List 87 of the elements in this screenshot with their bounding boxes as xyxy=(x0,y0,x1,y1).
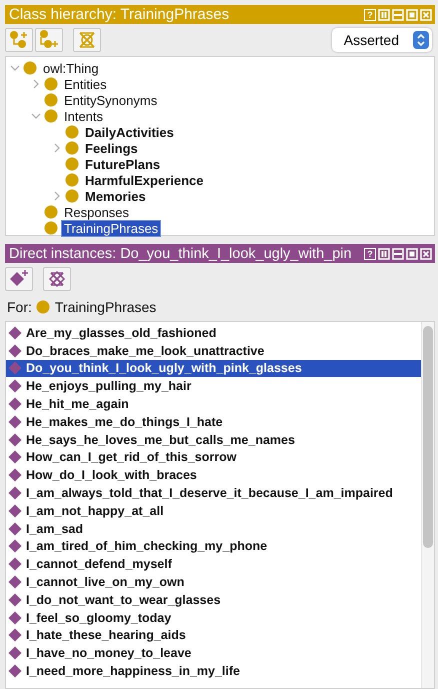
diamond-icon xyxy=(8,539,22,554)
class-name: TrainingPhrases xyxy=(54,299,156,315)
maximize-icon[interactable] xyxy=(406,248,418,260)
add-sibling-button[interactable] xyxy=(35,28,63,52)
view-dropdown[interactable]: Asserted xyxy=(332,28,432,52)
instance-item[interactable]: Do_you_think_I_look_ugly_with_pink_glasses xyxy=(6,360,421,378)
instance-item[interactable]: I_hate_these_hearing_aids xyxy=(6,626,421,644)
instance-item[interactable]: I_need_more_happiness_in_my_life xyxy=(6,662,421,680)
diamond-icon xyxy=(8,522,22,536)
diamond-icon xyxy=(8,344,22,358)
diamond-icon xyxy=(8,397,22,412)
stepper-icon xyxy=(413,31,429,49)
class-icon xyxy=(65,173,79,187)
diamond-icon xyxy=(8,557,22,572)
tree-item[interactable]: HarmfulExperience xyxy=(83,172,206,188)
instance-item[interactable]: He_hit_me_again xyxy=(6,395,421,413)
tree-item[interactable]: Intents xyxy=(62,108,106,124)
scrollbar[interactable] xyxy=(421,322,434,688)
tree-item[interactable]: EntitySynonyms xyxy=(62,92,160,108)
instance-item[interactable]: I_feel_so_gloomy_today xyxy=(6,608,421,627)
tree-item[interactable]: Memories xyxy=(83,188,148,204)
close-icon[interactable] xyxy=(420,248,432,260)
for-label: For: xyxy=(7,299,32,315)
instance-item[interactable]: Are_my_glasses_old_fashioned xyxy=(6,324,421,342)
instance-item[interactable]: He_makes_me_do_things_I_hate xyxy=(6,412,421,431)
instance-item[interactable]: How_do_I_look_with_braces xyxy=(6,466,421,484)
class-icon xyxy=(65,125,79,139)
diamond-icon xyxy=(8,610,22,625)
tree-item[interactable]: Responses xyxy=(62,204,132,220)
diamond-icon xyxy=(8,664,22,678)
tree-item[interactable]: TrainingPhrases xyxy=(62,220,160,236)
caret-right-icon[interactable] xyxy=(31,79,41,89)
instance-item[interactable]: He_says_he_loves_me_but_calls_me_names xyxy=(6,430,421,449)
caret-right-icon[interactable] xyxy=(52,191,62,201)
diamond-icon xyxy=(8,592,22,607)
class-icon xyxy=(65,189,79,203)
diamond-icon xyxy=(8,628,22,642)
instance-item[interactable]: I_cannot_live_on_my_own xyxy=(6,573,421,591)
instance-item[interactable]: He_enjoys_pulling_my_hair xyxy=(6,377,421,396)
class-icon xyxy=(36,300,50,314)
instance-item[interactable]: I_cannot_defend_myself xyxy=(6,555,421,574)
diamond-icon xyxy=(8,646,22,660)
delete-button[interactable] xyxy=(43,267,71,291)
delete-icon xyxy=(46,268,68,290)
instance-item[interactable]: I_am_tired_of_him_checking_my_phone xyxy=(6,538,421,556)
caret-right-icon[interactable] xyxy=(52,143,62,153)
instance-item[interactable]: I_do_not_want_to_wear_glasses xyxy=(6,590,421,609)
diamond-icon xyxy=(8,379,22,394)
instance-item[interactable]: I_am_always_told_that_I_deserve_it_because_I_am_impaired xyxy=(6,484,421,502)
tree-item[interactable]: DailyActivities xyxy=(83,124,176,140)
caret-down-icon[interactable] xyxy=(10,63,20,73)
add-sibling-icon xyxy=(38,29,60,51)
instance-item[interactable]: I_am_sad xyxy=(6,520,421,538)
instance-item[interactable]: I_have_no_money_to_leave xyxy=(6,644,421,662)
instance-item[interactable]: How_can_I_get_rid_of_this_sorrow xyxy=(6,448,421,466)
panel-title: Class hierarchy: TrainingPhrases xyxy=(9,6,230,23)
instance-item[interactable]: Do_braces_make_me_look_unattractive xyxy=(6,342,421,360)
panel-title: Direct instances: Do_you_think_I_look_ugly_with_pin xyxy=(9,246,352,262)
class-icon xyxy=(44,109,58,123)
diamond-icon xyxy=(8,432,22,447)
class-icon xyxy=(44,93,58,107)
class-icon xyxy=(44,221,58,235)
diamond-icon xyxy=(8,414,22,429)
minimize-icon[interactable] xyxy=(392,248,404,260)
class-icon xyxy=(44,77,58,91)
diamond-icon xyxy=(8,468,22,482)
diamond-icon xyxy=(8,450,22,464)
class-icon xyxy=(65,141,79,155)
tree-item[interactable]: Entities xyxy=(62,76,109,92)
tree-item[interactable]: Feelings xyxy=(83,140,140,156)
class-icon xyxy=(44,205,58,219)
add-instance-button[interactable] xyxy=(5,267,33,291)
add-subclass-button[interactable] xyxy=(5,28,33,52)
caret-down-icon[interactable] xyxy=(31,111,41,121)
class-icon xyxy=(65,157,79,171)
instance-item[interactable]: I_am_not_happy_at_all xyxy=(6,502,421,520)
diamond-icon xyxy=(8,326,22,340)
diamond-icon xyxy=(8,486,22,500)
tree-item[interactable]: FuturePlans xyxy=(83,156,162,172)
class-icon xyxy=(23,61,37,75)
help-button[interactable]: ? xyxy=(364,248,376,260)
split-view-icon[interactable] xyxy=(378,248,390,260)
diamond-icon xyxy=(8,504,22,518)
tree-item[interactable]: owl:Thing xyxy=(41,60,101,76)
add-subclass-icon xyxy=(8,29,30,51)
diamond-icon xyxy=(8,575,22,590)
diamond-icon xyxy=(8,361,22,376)
